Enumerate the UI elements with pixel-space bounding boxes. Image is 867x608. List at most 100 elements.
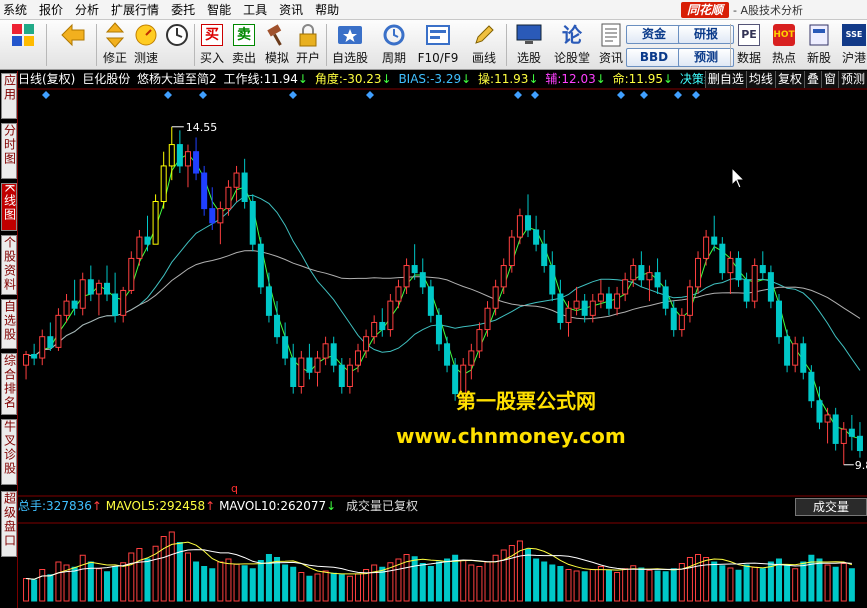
stock-picker-button[interactable]: 选股: [510, 22, 548, 66]
star-icon: [337, 22, 363, 48]
candle-body: [87, 279, 94, 295]
candle-body: [605, 293, 612, 309]
brand: 同花顺 - A股技术分析: [680, 2, 803, 18]
volume-bar: [848, 568, 855, 602]
angle-value: -30.23: [342, 72, 382, 86]
candle-body: [435, 314, 442, 345]
candle-body: [209, 208, 216, 224]
hot-button[interactable]: HOT 热点: [769, 22, 799, 66]
discuss-hall-button[interactable]: 论 论股堂: [552, 22, 592, 66]
volume-bar: [686, 557, 693, 602]
candle-body: [338, 364, 345, 387]
volume-bar: [282, 564, 289, 602]
volume-bar: [193, 561, 200, 602]
forecast-button[interactable]: 预测: [678, 48, 734, 67]
volume-bar: [201, 566, 208, 602]
open-account-button[interactable]: 开户: [294, 22, 322, 66]
mavol5-value: 292458: [159, 499, 206, 513]
volume-bar: [759, 568, 766, 602]
remove-watchlist-button[interactable]: 删自选: [704, 71, 746, 88]
sell-button[interactable]: 卖 卖出: [230, 22, 258, 66]
volume-bar: [103, 571, 111, 602]
data-button[interactable]: PE 数据: [734, 22, 764, 66]
news-button[interactable]: 资讯: [596, 22, 626, 66]
watermark-url: www.chnmoney.com: [396, 424, 626, 448]
candle-body: [184, 151, 191, 167]
candle-body: [403, 265, 410, 288]
side-tab-order-book[interactable]: 超级盘口: [1, 491, 17, 557]
volume-bar: [630, 565, 637, 602]
side-tab-watchlist[interactable]: 自选股: [1, 299, 17, 349]
kline-chart-area[interactable]: 14.55 9.80 q 日线(复权) 巨化股份 悠杨大道至简2 工作线:11.94…: [18, 71, 867, 608]
side-tab-diagnosis[interactable]: 牛叉诊股: [1, 419, 17, 485]
adjust-button[interactable]: 复权: [774, 71, 804, 88]
research-report-button[interactable]: 研报: [678, 25, 734, 44]
menu-help[interactable]: 帮助: [309, 0, 345, 20]
ma-toggle-button[interactable]: 均线: [745, 71, 775, 88]
side-tab-kline[interactable]: K线图: [1, 183, 17, 231]
low-label: 9.80: [855, 459, 867, 472]
menu-quote[interactable]: 报价: [33, 0, 69, 20]
candle-body: [678, 314, 685, 331]
candle-body: [557, 293, 564, 323]
volume-indicator-button[interactable]: 成交量: [795, 498, 867, 516]
menu-analysis[interactable]: 分析: [69, 0, 105, 20]
side-tab-apps[interactable]: 应用: [1, 73, 17, 119]
cycle-button[interactable]: 周期: [376, 22, 412, 66]
volume-bar: [735, 569, 742, 602]
candle-body: [686, 286, 693, 316]
predict-button[interactable]: 预测: [837, 71, 867, 88]
menu-news[interactable]: 资讯: [273, 0, 309, 20]
menu-smart[interactable]: 智能: [201, 0, 237, 20]
hk-connect-button[interactable]: SSE 沪港: [839, 22, 867, 66]
candle-body: [176, 144, 183, 167]
volume-bar: [646, 569, 653, 602]
fix-button[interactable]: 修正: [99, 22, 131, 66]
candle-body: [767, 272, 774, 302]
buy-button[interactable]: 买 买入: [198, 22, 226, 66]
sell-icon: 卖: [231, 22, 257, 48]
mavol10-label: MAVOL10:: [219, 499, 281, 513]
menu-trade[interactable]: 委托: [165, 0, 201, 20]
volume-bar: [468, 564, 475, 602]
discuss-icon: 论: [562, 23, 582, 47]
candle-body: [233, 172, 240, 188]
back-button[interactable]: [60, 22, 86, 48]
layout-button[interactable]: [10, 22, 36, 48]
clock-button[interactable]: [163, 22, 191, 48]
candle-body: [168, 144, 175, 167]
menu-tools[interactable]: 工具: [237, 0, 273, 20]
menu-system[interactable]: 系统: [0, 0, 33, 20]
draw-line-button[interactable]: 画线: [466, 22, 502, 66]
simulate-button[interactable]: 模拟: [263, 22, 291, 66]
side-tab-intraday[interactable]: 分时图: [1, 123, 17, 179]
overlay-button[interactable]: 叠: [803, 71, 821, 88]
f10-button[interactable]: F10/F9: [416, 22, 460, 66]
side-tab-stock-info[interactable]: 个股资料: [1, 235, 17, 295]
candle-body: [193, 151, 200, 174]
candle-body: [298, 357, 305, 387]
volume-bar: [136, 548, 143, 602]
candle-body: [395, 286, 402, 302]
menu-extended-quotes[interactable]: 扩展行情: [105, 0, 165, 20]
volume-bar: [727, 567, 734, 602]
signal-diamond-10: [692, 91, 700, 99]
volume-bar: [638, 567, 645, 602]
candle-body: [112, 293, 119, 316]
bbd-button[interactable]: BBD: [626, 48, 682, 67]
candle-body: [330, 343, 337, 366]
volume-bar: [184, 552, 191, 602]
volume-bar: [573, 570, 580, 602]
capital-flow-button[interactable]: 资金: [626, 25, 682, 44]
volume-bar: [363, 569, 370, 602]
angle-label: 角度:: [314, 72, 343, 86]
side-tab-ranking[interactable]: 综合排名: [1, 353, 17, 415]
speed-test-button[interactable]: 测速: [132, 22, 160, 66]
volume-bar: [719, 565, 726, 602]
new-stock-button[interactable]: 新股: [804, 22, 834, 66]
window-button[interactable]: 窗: [820, 71, 838, 88]
watchlist-button[interactable]: 自选股: [330, 22, 370, 66]
buy-icon: 买: [199, 22, 225, 48]
volume-bar: [71, 566, 78, 602]
ming-value: 11.95: [628, 72, 664, 86]
